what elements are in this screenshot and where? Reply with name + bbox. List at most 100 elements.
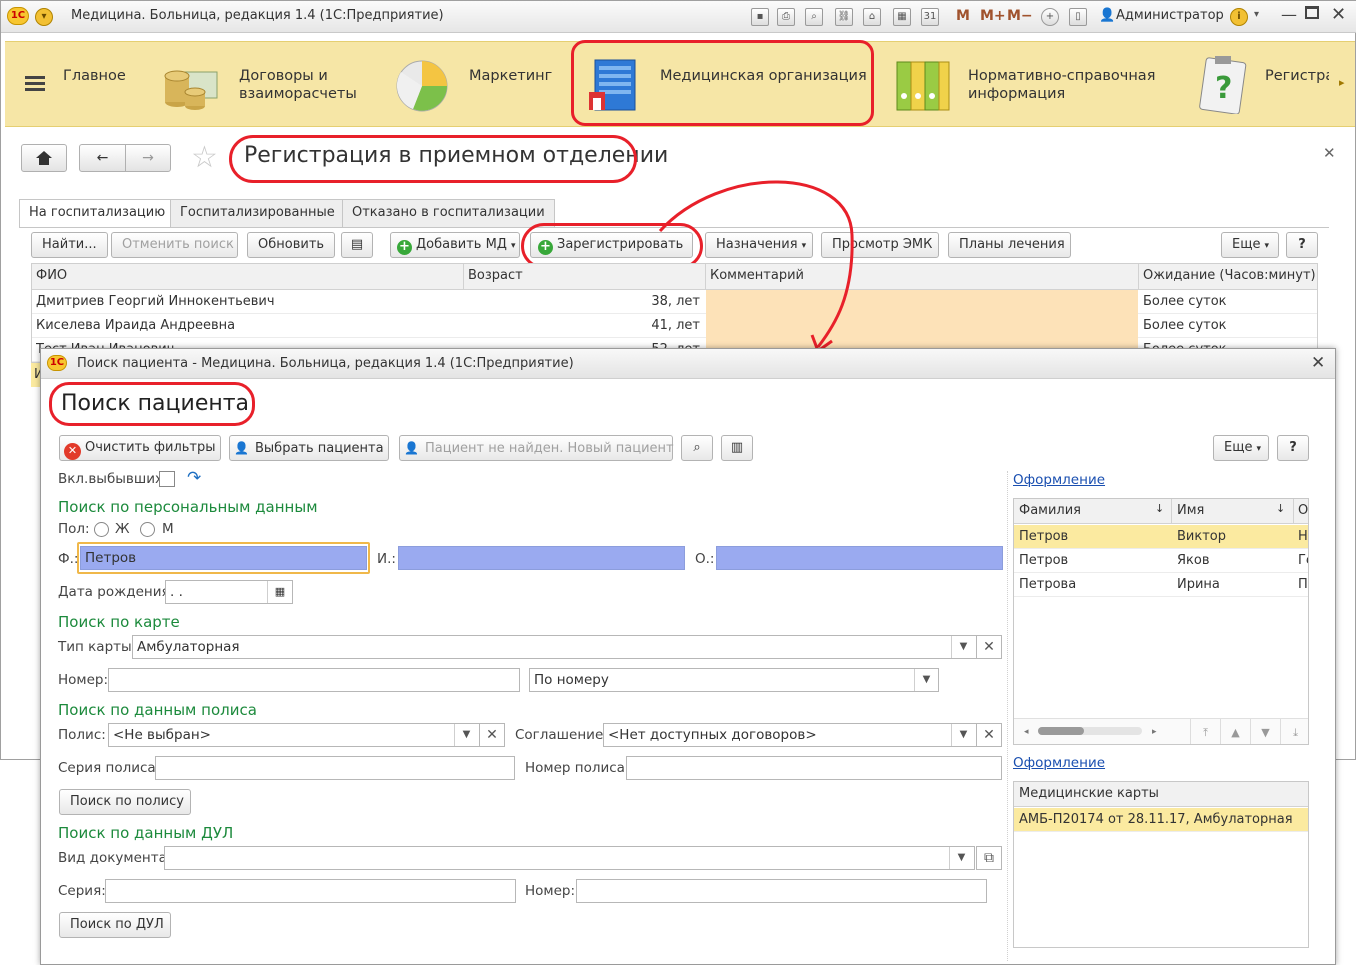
dialog-more-button[interactable]: Еще ▾: [1213, 435, 1269, 461]
section-contracts[interactable]: Договоры и взаиморасчеты: [239, 67, 357, 103]
clear-filters-button[interactable]: ✕ Очистить фильтры: [59, 435, 221, 461]
column-header[interactable]: Фамилия: [1019, 503, 1081, 518]
preview-icon[interactable]: ⌕: [805, 8, 823, 26]
column-header[interactable]: Ожидание (Часов:минут): [1143, 268, 1316, 283]
panel-icon[interactable]: ▯: [1069, 8, 1087, 26]
user-name[interactable]: Администратор: [1116, 8, 1224, 23]
close-dialog-icon[interactable]: ✕: [1311, 353, 1325, 373]
next-row-icon[interactable]: ▼: [1250, 719, 1280, 744]
scroll-right-icon[interactable]: ▸: [1339, 76, 1345, 89]
memory-minus-button[interactable]: M−: [1007, 8, 1033, 24]
table-row[interactable]: АМБ-П20174 от 28.11.17, Амбулаторная: [1014, 808, 1308, 832]
zoom-icon[interactable]: +: [1041, 8, 1059, 26]
agreement-field[interactable]: <Нет доступных договоров>: [603, 723, 977, 747]
dialog-help-button[interactable]: ?: [1277, 435, 1309, 461]
link-icon[interactable]: ⛓: [835, 8, 853, 26]
close-window-icon[interactable]: ✕: [1331, 4, 1346, 25]
cancel-search-button[interactable]: Отменить поиск: [111, 232, 238, 258]
forward-button[interactable]: →: [125, 144, 171, 172]
table-row[interactable]: Петрова Ирина П: [1014, 573, 1308, 597]
first-row-icon[interactable]: ⤒: [1190, 719, 1220, 744]
chevron-down-icon[interactable]: ▼: [951, 636, 975, 658]
calculator-icon[interactable]: ▦: [893, 8, 911, 26]
new-patient-button[interactable]: 👤 Пациент не найден. Новый пациент: [399, 435, 674, 461]
back-button[interactable]: ←: [79, 144, 126, 172]
dul-series-field[interactable]: [105, 879, 516, 903]
last-name-field[interactable]: Петров: [80, 546, 367, 570]
help-button[interactable]: ?: [1286, 232, 1318, 258]
save-icon[interactable]: ▪: [751, 8, 769, 26]
search-by-dul-button[interactable]: Поиск по ДУЛ: [59, 912, 171, 938]
scroll-right-icon[interactable]: ▸: [1152, 727, 1157, 737]
card-number-field[interactable]: [108, 668, 520, 692]
tab-hospitalized[interactable]: Госпитализированные: [170, 199, 345, 227]
memory-button[interactable]: M: [956, 8, 970, 24]
column-header[interactable]: Медицинские карты: [1019, 786, 1159, 801]
clear-policy-icon[interactable]: ✕: [479, 723, 505, 747]
chevron-down-icon[interactable]: ▼: [454, 724, 478, 746]
sort-icon[interactable]: ↓: [1276, 502, 1285, 515]
table-row[interactable]: Петров Яков Ге: [1014, 549, 1308, 573]
card-search-mode-field[interactable]: По номеру: [529, 668, 939, 692]
section-registry[interactable]: Регистра: [1265, 67, 1329, 85]
refresh-arrow-icon[interactable]: ↷: [187, 468, 201, 488]
clear-card-type-icon[interactable]: ✕: [976, 635, 1002, 659]
section-marketing[interactable]: Маркетинг: [469, 67, 552, 85]
find-button[interactable]: Найти...: [31, 232, 108, 258]
treatment-plans-button[interactable]: Планы лечения: [948, 232, 1071, 258]
print-icon[interactable]: ⎙: [777, 8, 795, 26]
policy-field[interactable]: <Не выбран>: [108, 723, 480, 747]
favorite-star-icon[interactable]: ☆: [191, 140, 218, 175]
history-icon[interactable]: ⌂: [863, 8, 881, 26]
list-settings-icon[interactable]: ▤: [341, 232, 373, 258]
minimize-icon[interactable]: —: [1281, 5, 1297, 24]
dul-number-field[interactable]: [576, 879, 987, 903]
horizontal-scrollbar[interactable]: [1038, 727, 1142, 735]
gender-female-label[interactable]: Ж: [115, 521, 130, 537]
refresh-button[interactable]: Обновить: [247, 232, 336, 258]
choose-patient-button[interactable]: 👤 Выбрать пациента: [229, 435, 389, 461]
results-appearance-link[interactable]: Оформление: [1013, 472, 1105, 488]
gender-male-label[interactable]: М: [162, 521, 174, 537]
chevron-down-icon[interactable]: ▼: [951, 724, 975, 746]
gender-male-radio[interactable]: [140, 522, 155, 537]
chevron-down-icon[interactable]: ▼: [914, 669, 938, 691]
calendar-icon[interactable]: 31: [921, 8, 939, 26]
menu-icon[interactable]: [25, 76, 45, 91]
search-by-policy-button[interactable]: Поиск по полису: [59, 789, 191, 815]
home-button[interactable]: [21, 144, 67, 172]
column-header[interactable]: Возраст: [468, 268, 523, 283]
more-button[interactable]: Еще ▾: [1221, 232, 1279, 258]
app-logo-icon[interactable]: 1С: [7, 7, 29, 25]
section-main[interactable]: Главное: [63, 67, 126, 85]
column-header[interactable]: Имя: [1177, 503, 1204, 518]
add-md-button[interactable]: + Добавить МД ▾: [390, 232, 520, 258]
close-form-icon[interactable]: ✕: [1323, 144, 1336, 162]
gender-female-radio[interactable]: [94, 522, 109, 537]
tab-for-hospitalization[interactable]: На госпитализацию: [19, 199, 176, 228]
card-type-field[interactable]: Амбулаторная: [132, 635, 977, 659]
info-dropdown-icon[interactable]: ▾: [1254, 9, 1259, 20]
table-row[interactable]: Петров Виктор Н: [1014, 525, 1308, 549]
section-reference[interactable]: Нормативно-справочная информация: [968, 67, 1155, 103]
calendar-icon[interactable]: ▦: [267, 581, 292, 603]
doc-type-field[interactable]: [164, 846, 975, 870]
include-departed-checkbox[interactable]: [159, 471, 175, 487]
barcode-icon[interactable]: ▥: [721, 435, 753, 461]
memory-plus-button[interactable]: M+: [980, 8, 1006, 24]
prev-row-icon[interactable]: ▲: [1220, 719, 1250, 744]
policy-number-field[interactable]: [626, 756, 1002, 780]
info-icon[interactable]: i: [1230, 8, 1248, 26]
maximize-icon[interactable]: [1305, 6, 1319, 19]
first-name-field[interactable]: [398, 546, 685, 570]
column-header[interactable]: О: [1298, 503, 1308, 518]
open-doc-type-icon[interactable]: ⧉: [976, 846, 1002, 870]
patronymic-field[interactable]: [716, 546, 1003, 570]
scroll-left-icon[interactable]: ◂: [1024, 727, 1029, 737]
tab-refused[interactable]: Отказано в госпитализации: [342, 199, 555, 227]
policy-series-field[interactable]: [155, 756, 515, 780]
column-header[interactable]: ФИО: [36, 268, 67, 283]
cards-appearance-link[interactable]: Оформление: [1013, 755, 1105, 771]
chevron-down-icon[interactable]: ▼: [949, 847, 973, 869]
last-row-icon[interactable]: ⤓: [1280, 719, 1308, 744]
